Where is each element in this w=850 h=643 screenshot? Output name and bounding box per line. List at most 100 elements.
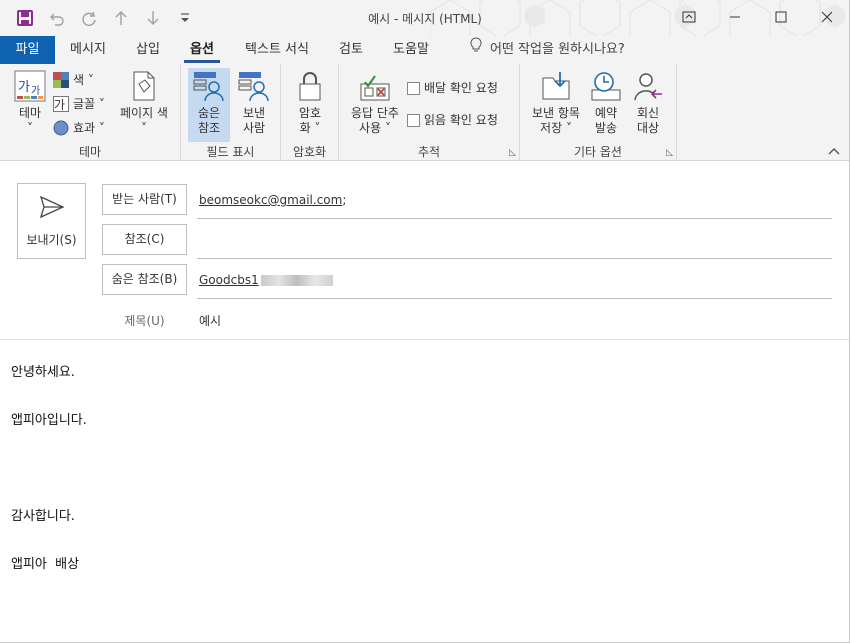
save-sent-label-2: 저장 ˅ [540, 121, 572, 135]
svg-text:가: 가 [54, 98, 65, 112]
cc-field-underline [197, 258, 832, 259]
send-button[interactable]: 보내기(S) [17, 183, 86, 259]
group-encrypt: 암호 화 ˅ 암호화 [281, 64, 339, 161]
undo-icon[interactable] [46, 7, 68, 29]
subject-label: 제목(U) [124, 314, 165, 328]
cc-field[interactable] [197, 226, 832, 256]
read-receipt-label: 읽음 확인 요청 [424, 113, 498, 127]
group-show-fields-label: 필드 표시 [206, 145, 255, 159]
tab-format-text[interactable]: 텍스트 서식 [236, 36, 318, 64]
group-show-fields: 숨은 참조 보낸 사람 필드 표시 [181, 64, 281, 161]
page-color-button[interactable]: 페이지 색 ˅ [114, 68, 174, 136]
to-field[interactable]: beomseokc@gmail.com; [199, 193, 346, 207]
group-more-options-label: 기타 옵션 [574, 145, 622, 159]
fonts-button[interactable]: 가 글꼴 ˅ [53, 93, 105, 115]
tab-review[interactable]: 검토 [332, 36, 370, 64]
colors-label: 색 ˅ [73, 73, 94, 87]
cc-button[interactable]: 참조(C) [102, 224, 187, 255]
theme-button[interactable]: 가가 테마 ˅ [10, 68, 50, 136]
bcc-field[interactable]: Goodcbs1 [199, 273, 333, 287]
send-label: 보내기(S) [26, 233, 77, 247]
tab-file[interactable]: 파일 [0, 36, 55, 64]
subject-field[interactable]: 예시 [199, 312, 221, 329]
bcc-button[interactable]: 숨은 참조(B) [102, 264, 187, 295]
menu-bar: 파일 메시지 삽입 옵션 텍스트 서식 검토 도움말 어떤 작업을 원하시나요? [0, 36, 850, 64]
save-sent-label-1: 보낸 항목 [532, 106, 580, 120]
redacted-text [260, 275, 333, 286]
colors-icon [53, 72, 69, 88]
direct-replies-button[interactable]: 회신 대상 [628, 68, 668, 136]
group-theme-label: 테마 [78, 145, 102, 159]
from-icon [237, 68, 271, 104]
body-line[interactable]: 앱피아 배상 [11, 553, 79, 572]
ribbon-display-options-icon[interactable] [666, 0, 712, 34]
down-arrow-icon[interactable] [142, 7, 164, 29]
body-line[interactable]: 안녕하세요. [11, 361, 75, 380]
effects-label: 효과 ˅ [73, 121, 105, 135]
tell-me-search[interactable]: 어떤 작업을 원하시나요? [470, 36, 625, 64]
to-address[interactable]: beomseokc@gmail.com [199, 193, 342, 207]
body-line[interactable]: 감사합니다. [11, 505, 75, 524]
encrypt-label-2: 화 ˅ [299, 121, 321, 135]
colors-button[interactable]: 색 ˅ [53, 69, 94, 91]
delivery-receipt-check[interactable] [407, 81, 420, 95]
from-label-1: 보낸 [242, 106, 266, 120]
voting-label-1: 응답 단추 [351, 106, 399, 120]
body-line[interactable]: 앱피아입니다. [11, 409, 87, 428]
effects-icon [53, 120, 69, 136]
bcc-address[interactable]: Goodcbs1 [199, 273, 259, 287]
redo-icon[interactable] [78, 7, 100, 29]
voting-label-2: 사용 ˅ [359, 121, 391, 135]
delay-label-1: 예약 [594, 106, 618, 120]
tell-me-text: 어떤 작업을 원하시나요? [490, 42, 625, 57]
bcc-toggle-button[interactable]: 숨은 참조 [188, 68, 230, 142]
delivery-receipt-checkbox[interactable]: 배달 확인 요청 [407, 77, 498, 99]
lightbulb-icon [470, 36, 482, 64]
close-icon[interactable] [804, 0, 850, 34]
read-receipt-check[interactable] [407, 113, 420, 127]
to-field-underline [197, 218, 832, 219]
bcc-field-underline [197, 298, 832, 299]
customize-qat-icon[interactable] [174, 7, 196, 29]
tab-message[interactable]: 메시지 [62, 36, 114, 64]
svg-text:가: 가 [18, 80, 30, 95]
encrypt-button[interactable]: 암호 화 ˅ [289, 68, 331, 136]
group-more-options: 보낸 항목 저장 ˅ 예약 발송 회신 대상 ◺ 기타 옵션 [520, 64, 677, 161]
group-theme: 가가 테마 ˅ 색 ˅ 가 글꼴 ˅ 효과 ˅ 페이지 색 ˅ 테마 [0, 64, 181, 161]
to-button[interactable]: 받는 사람(T) [102, 184, 187, 215]
maximize-icon[interactable] [758, 0, 804, 34]
theme-icon: 가가 [13, 68, 47, 104]
page-color-icon [127, 68, 161, 104]
svg-text:가: 가 [31, 85, 40, 97]
from-label-2: 사람 [242, 121, 266, 135]
collapse-ribbon-icon[interactable] [828, 144, 840, 158]
page-color-label-2: ˅ [141, 121, 147, 135]
save-icon[interactable] [14, 7, 36, 29]
bcc-label-1: 숨은 [197, 106, 221, 120]
minimize-icon[interactable] [712, 0, 758, 34]
voting-buttons-button[interactable]: 응답 단추 사용 ˅ [346, 68, 404, 136]
read-receipt-checkbox[interactable]: 읽음 확인 요청 [407, 109, 498, 131]
tab-help[interactable]: 도움말 [384, 36, 438, 64]
theme-label-2: ˅ [27, 121, 33, 135]
delivery-receipt-label: 배달 확인 요청 [424, 81, 498, 95]
title-bar: 예시 - 메시지 (HTML) [0, 0, 850, 36]
effects-button[interactable]: 효과 ˅ [53, 117, 105, 139]
lock-icon [293, 68, 327, 104]
header-body-divider [0, 339, 850, 340]
tab-insert[interactable]: 삽입 [128, 36, 168, 64]
tab-options[interactable]: 옵션 [182, 36, 222, 64]
page-color-label-1: 페이지 색 [120, 106, 168, 120]
reply-label-2: 대상 [636, 121, 660, 135]
reply-label-1: 회신 [636, 106, 660, 120]
delay-delivery-icon [589, 68, 623, 104]
encrypt-label-1: 암호 [298, 106, 322, 120]
from-toggle-button[interactable]: 보낸 사람 [233, 68, 275, 136]
delay-delivery-button[interactable]: 예약 발송 [586, 68, 626, 136]
bcc-label-2: 참조 [197, 121, 221, 135]
up-arrow-icon[interactable] [110, 7, 132, 29]
theme-label-1: 테마 [18, 106, 42, 120]
group-tracking: 응답 단추 사용 ˅ 배달 확인 요청 읽음 확인 요청 ◺ 추적 [339, 64, 520, 161]
save-sent-item-button[interactable]: 보낸 항목 저장 ˅ [528, 68, 584, 136]
save-sent-icon [539, 68, 573, 104]
